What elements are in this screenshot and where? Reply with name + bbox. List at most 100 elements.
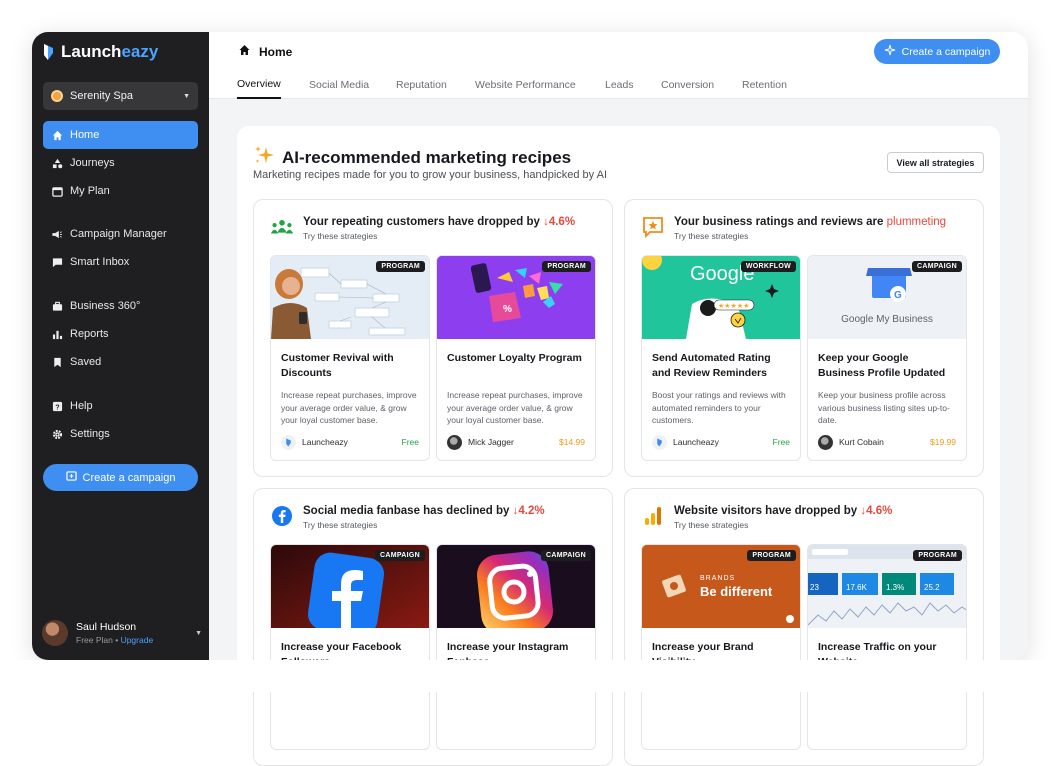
sidebar-item-label: Business 360° — [70, 300, 141, 312]
card-tag: CAMPAIGN — [912, 261, 962, 272]
sidebar-item-label: Saved — [70, 356, 102, 368]
sidebar-item-settings[interactable]: Settings — [43, 420, 198, 448]
page-bottom-margin — [0, 660, 1060, 692]
card-description: Boost your ratings and reviews with auto… — [652, 390, 786, 425]
sidebar-item-label: Settings — [70, 428, 110, 440]
view-all-strategies-button[interactable]: View all strategies — [887, 152, 984, 173]
group-subtitle: Try these strategies — [674, 520, 749, 530]
tab-website-performance[interactable]: Website Performance — [475, 71, 576, 99]
group-title-text: Website visitors have dropped by — [674, 505, 858, 517]
calendar-icon — [51, 185, 63, 197]
group-title-text: Social media fanbase has declined by — [303, 505, 510, 517]
tab-retention[interactable]: Retention — [742, 71, 787, 99]
sidebar-item-my-plan[interactable]: My Plan — [43, 177, 198, 205]
recipes-panel: AI-recommended marketing recipes Marketi… — [237, 126, 1000, 766]
inbox-icon — [51, 256, 63, 268]
recipes-title-text: AI-recommended marketing recipes — [282, 147, 572, 167]
chevron-down-icon: ▼ — [195, 629, 202, 637]
card-tag: CAMPAIGN — [375, 550, 425, 561]
journeys-icon — [51, 157, 63, 169]
megaphone-icon — [51, 228, 63, 240]
card-price: $14.99 — [559, 437, 585, 447]
group-title: Your business ratings and reviews are pl… — [674, 216, 946, 228]
home-icon — [238, 44, 251, 59]
sidebar-item-label: Journeys — [70, 157, 115, 169]
user-plan-name: Free Plan — [76, 635, 113, 645]
group-header: Your business ratings and reviews are pl… — [640, 216, 946, 241]
card-tag: PROGRAM — [913, 550, 962, 561]
launcheazy-logo-icon — [652, 434, 667, 450]
app-logo[interactable]: Launcheazy — [42, 41, 158, 63]
recipe-card[interactable]: G Google My Business CAMPAIGN Keep your … — [807, 255, 967, 461]
tab-leads[interactable]: Leads — [605, 71, 634, 99]
recipe-card[interactable]: CAMPAIGN Increase your Facebook Follower… — [270, 544, 430, 750]
recipe-card[interactable]: % PROGRAM Customer Loyalty Program Incre… — [436, 255, 596, 461]
sidebar-item-label: My Plan — [70, 185, 110, 197]
sidebar-item-saved[interactable]: Saved — [43, 348, 198, 376]
card-image-customer-revival: PROGRAM — [271, 256, 429, 339]
sidebar-item-campaign-manager[interactable]: Campaign Manager — [43, 220, 198, 248]
author-avatar — [818, 434, 833, 450]
upgrade-link[interactable]: Upgrade — [121, 635, 154, 645]
recipe-card[interactable]: 23 17.6K 1.3% 25.2 PROGRAM Increase Traf… — [807, 544, 967, 750]
card-description: Increase repeat purchases, improve your … — [281, 390, 417, 425]
chevron-down-icon: ▼ — [183, 92, 190, 100]
sidebar-create-campaign-button[interactable]: Create a campaign — [43, 464, 198, 491]
sidebar-create-campaign-label: Create a campaign — [82, 471, 176, 484]
user-profile-menu[interactable]: Saul Hudson Free Plan • Upgrade ▼ — [42, 618, 202, 648]
svg-text:?: ? — [55, 402, 60, 411]
card-price: Free — [772, 437, 790, 447]
sidebar-item-label: Reports — [70, 328, 109, 340]
author-avatar — [447, 434, 462, 450]
traffic-stat-1: 23 — [810, 583, 819, 592]
card-price: $19.99 — [930, 437, 956, 447]
nav-group-primary: Home Journeys My Plan — [43, 121, 198, 205]
tab-social-media[interactable]: Social Media — [309, 71, 369, 99]
briefcase-icon — [51, 300, 63, 312]
card-image-google-my-business: G Google My Business CAMPAIGN — [808, 256, 966, 339]
sidebar-item-smart-inbox[interactable]: Smart Inbox — [43, 248, 198, 276]
recipe-card[interactable]: BRANDS Be different PROGRAM Increase you… — [641, 544, 801, 750]
sidebar-item-label: Smart Inbox — [70, 256, 130, 268]
traffic-stat-3: 1.3% — [886, 583, 905, 592]
home-icon — [51, 129, 63, 141]
card-image-instagram: CAMPAIGN — [437, 545, 595, 628]
nav-group-campaigns: Campaign Manager Smart Inbox — [43, 220, 198, 276]
tab-overview[interactable]: Overview — [237, 71, 281, 99]
sidebar-item-journeys[interactable]: Journeys — [43, 149, 198, 177]
group-title-text: Your repeating customers have dropped by — [303, 216, 540, 228]
sidebar-item-label: Campaign Manager — [70, 228, 167, 240]
card-description: Increase repeat purchases, improve your … — [447, 390, 583, 425]
nav-group-support: ? Help Settings — [43, 392, 198, 448]
decline-metric: plummeting — [886, 216, 947, 228]
business-name: Serenity Spa — [70, 90, 133, 102]
sidebar: Launcheazy Serenity Spa ▼ Home Journeys … — [32, 32, 209, 660]
sidebar-item-reports[interactable]: Reports — [43, 320, 198, 348]
sidebar-item-help[interactable]: ? Help — [43, 392, 198, 420]
card-footer: Launcheazy Free — [652, 434, 790, 450]
bookmark-icon — [51, 356, 63, 368]
sidebar-item-business-360[interactable]: Business 360° — [43, 292, 198, 320]
user-name: Saul Hudson — [76, 621, 137, 633]
tab-reputation[interactable]: Reputation — [396, 71, 447, 99]
recipe-group-website-visitors: Website visitors have dropped by ↓4.6% T… — [624, 488, 984, 766]
card-author: Launcheazy — [673, 437, 719, 447]
tab-conversion[interactable]: Conversion — [661, 71, 714, 99]
svg-text:%: % — [503, 304, 512, 315]
page-title-text: Home — [259, 44, 293, 59]
sidebar-item-home[interactable]: Home — [43, 121, 198, 149]
card-image-brand-visibility: BRANDS Be different PROGRAM — [642, 545, 800, 628]
svg-text:★★★★★: ★★★★★ — [718, 302, 749, 310]
group-title: Website visitors have dropped by ↓4.6% — [674, 505, 892, 517]
card-title: Send Automated Rating and Review Reminde… — [652, 352, 771, 379]
create-campaign-button[interactable]: Create a campaign — [874, 39, 1000, 64]
recipe-card[interactable]: CAMPAIGN Increase your Instagram Fanbase — [436, 544, 596, 750]
card-price: Free — [401, 437, 419, 447]
card-title: Keep your Google Business Profile Update… — [818, 352, 946, 379]
group-header: Your repeating customers have dropped by… — [269, 216, 575, 241]
business-selector[interactable]: Serenity Spa ▼ — [43, 82, 198, 110]
card-image-website-traffic: 23 17.6K 1.3% 25.2 PROGRAM — [808, 545, 966, 628]
group-title-text: Your business ratings and reviews are — [674, 216, 884, 228]
recipe-card[interactable]: PROGRAM Customer Revival with Discounts … — [270, 255, 430, 461]
recipe-card[interactable]: ★★★★★ Google WORKFLOW Send Automated Rat… — [641, 255, 801, 461]
